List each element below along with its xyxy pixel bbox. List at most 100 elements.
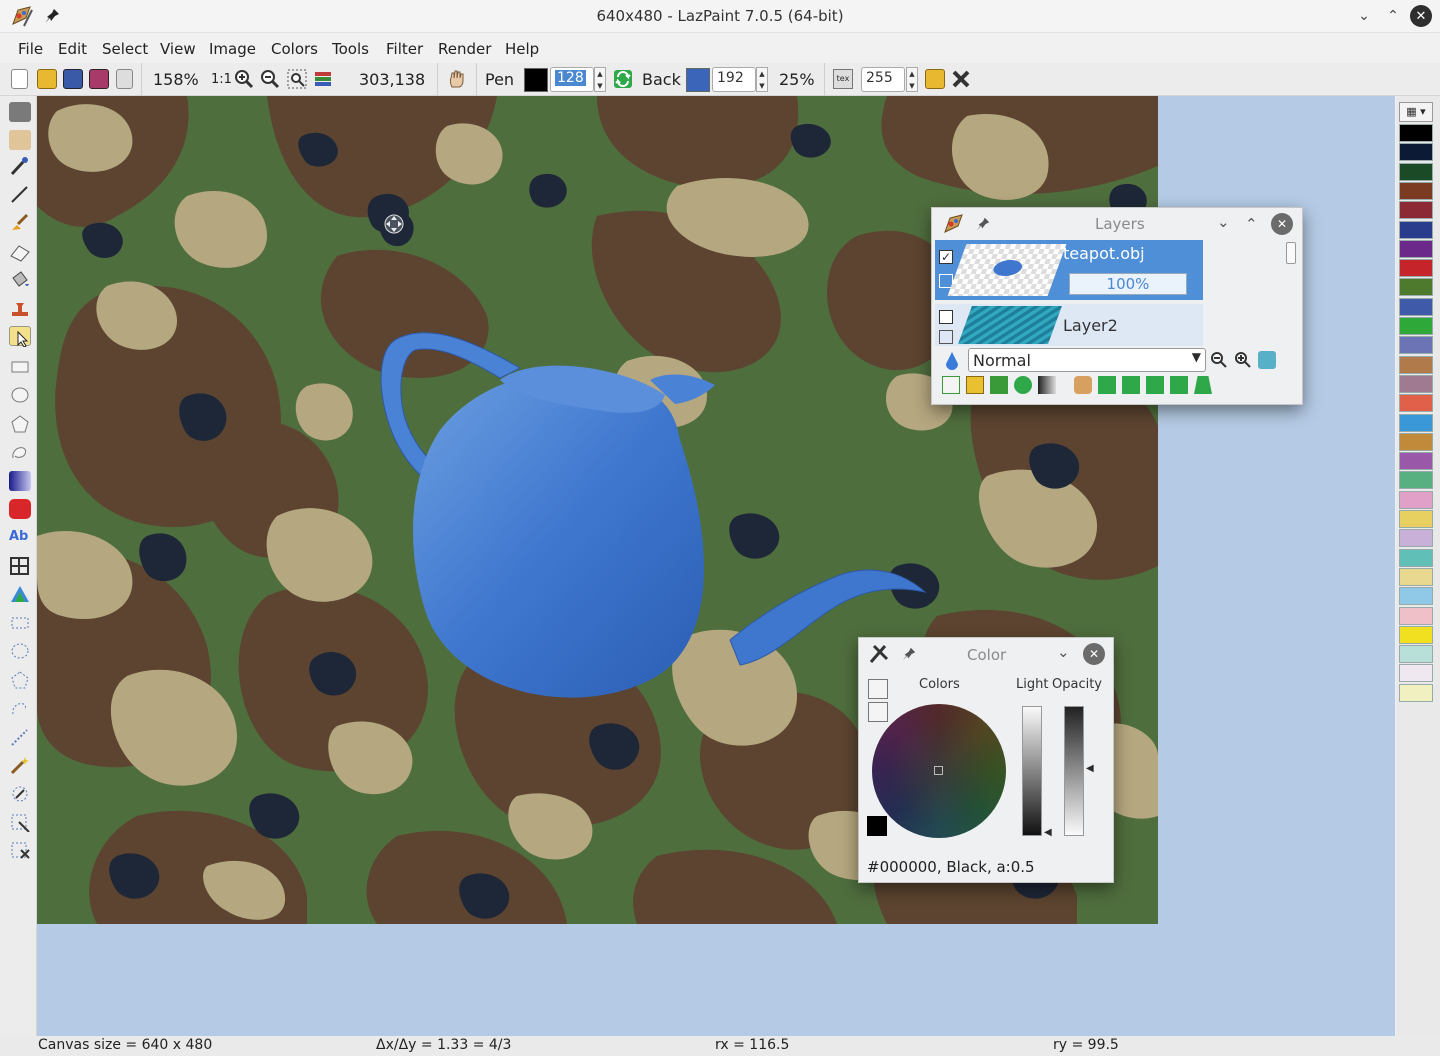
select-spline-tool-icon[interactable] [9, 698, 31, 718]
palette-swatch[interactable] [1399, 645, 1433, 664]
menu-select[interactable]: Select [102, 40, 148, 58]
eraser-tool-icon[interactable] [9, 242, 31, 262]
palette-swatch[interactable] [1399, 587, 1433, 606]
phong-shape-tool-icon[interactable] [9, 499, 31, 519]
palette-swatch[interactable] [1399, 374, 1433, 393]
pen-alpha-stepper[interactable]: ▲ ▼ [594, 67, 606, 92]
clone-stamp-tool-icon[interactable] [9, 298, 31, 318]
move-right-icon[interactable] [1098, 376, 1116, 394]
mirror-icon[interactable] [1146, 376, 1164, 394]
layer-visible-checkbox[interactable]: ✓ [939, 250, 953, 264]
palette-swatch[interactable] [1399, 432, 1433, 451]
menu-colors[interactable]: Colors [271, 40, 318, 58]
palette-swatch[interactable] [1399, 413, 1433, 432]
ellipse-tool-icon[interactable] [9, 385, 31, 405]
lightness-pointer[interactable]: ◀ [1044, 827, 1052, 838]
menu-view[interactable]: View [160, 40, 196, 58]
texture-alpha-field[interactable]: 255 [861, 67, 905, 92]
texture-icon[interactable]: tex [833, 69, 853, 89]
edit-selection-tool-icon[interactable] [9, 784, 31, 804]
add-layer-icon[interactable] [942, 376, 960, 394]
maximize-button[interactable]: ⌃ [1382, 5, 1404, 27]
palette-swatch[interactable] [1399, 239, 1433, 258]
palette-swatch[interactable] [1399, 625, 1433, 644]
chevron-up-icon[interactable]: ⌃ [1245, 215, 1258, 233]
rotate-icon[interactable] [1170, 376, 1188, 394]
back-alpha-field[interactable]: 192 [712, 67, 756, 92]
spline-tool-icon[interactable] [9, 442, 31, 462]
palette-swatch[interactable] [1399, 452, 1433, 471]
polygon-tool-icon[interactable] [9, 414, 31, 434]
menu-help[interactable]: Help [505, 40, 539, 58]
palette-swatch[interactable] [1399, 181, 1433, 200]
menu-file[interactable]: File [18, 40, 43, 58]
save-icon[interactable] [63, 69, 83, 89]
pen-alpha-field[interactable]: 128 [550, 67, 594, 92]
texture-alpha-stepper[interactable]: ▲ ▼ [906, 67, 918, 92]
palette-swatch[interactable] [1399, 510, 1433, 528]
palette-swatch[interactable] [1399, 548, 1433, 567]
menu-filter[interactable]: Filter [386, 40, 423, 58]
open-layer-icon[interactable] [966, 376, 984, 394]
new-file-icon[interactable] [11, 69, 28, 89]
menu-render[interactable]: Render [438, 40, 491, 58]
move-up-icon[interactable] [1074, 376, 1092, 394]
swap-colors-icon[interactable] [613, 69, 633, 89]
palette-save-icon[interactable] [868, 702, 888, 722]
palette-swatch[interactable] [1399, 336, 1433, 355]
palette-swatch[interactable] [1399, 394, 1433, 413]
back-color-swatch[interactable] [686, 68, 710, 92]
select-transform-tool-icon[interactable] [9, 812, 31, 833]
palette-menu-button[interactable]: ▦ ▾ [1399, 102, 1433, 122]
tolerance-value[interactable]: 25% [779, 70, 815, 89]
palette-swatch[interactable] [1399, 162, 1433, 181]
close-button[interactable]: ✕ [1410, 5, 1432, 27]
opacity-slider[interactable] [1064, 706, 1084, 836]
select-pen-tool-icon[interactable] [9, 727, 31, 747]
close-icon[interactable]: ✕ [1271, 213, 1293, 235]
palette-swatch[interactable] [1399, 664, 1433, 683]
trash-icon[interactable] [1258, 351, 1276, 369]
hand-icon[interactable] [447, 69, 467, 89]
palette-swatch[interactable] [1399, 683, 1433, 702]
move-layer-tool-icon[interactable] [9, 102, 31, 122]
pin-icon[interactable] [975, 216, 991, 232]
palette-swatch[interactable] [1399, 317, 1433, 335]
flip-icon[interactable] [1122, 376, 1140, 394]
minimize-button[interactable]: ⌄ [1353, 5, 1375, 27]
zoom-out-icon[interactable] [260, 69, 280, 89]
pen-tool-icon[interactable] [9, 184, 31, 204]
layer-row-teapot[interactable]: ✓ teapot.obj 100% [935, 240, 1203, 300]
palette-swatch[interactable] [1399, 143, 1433, 162]
lightness-slider[interactable] [1022, 706, 1042, 836]
deform-grid-tool-icon[interactable] [9, 556, 31, 576]
zoom-in-icon[interactable] [1234, 351, 1252, 369]
color-wheel[interactable] [872, 704, 1006, 838]
load-texture-icon[interactable] [925, 69, 945, 89]
selection-arrow-tool-icon[interactable] [9, 326, 31, 348]
copy-icon[interactable] [116, 69, 133, 89]
palette-swatch[interactable] [1399, 490, 1433, 509]
palette-swatch[interactable] [1399, 201, 1433, 220]
opacity-pointer[interactable]: ◀ [1086, 763, 1094, 774]
close-icon[interactable]: ✕ [1083, 643, 1105, 665]
rectangle-tool-icon[interactable] [9, 357, 31, 377]
current-color-swatch[interactable] [867, 816, 887, 836]
select-rect-tool-icon[interactable] [9, 613, 31, 633]
palette-swatch[interactable] [1399, 529, 1433, 548]
layers-stack-icon[interactable] [313, 69, 333, 89]
menu-edit[interactable]: Edit [58, 40, 87, 58]
zoom-level[interactable]: 158% [153, 70, 199, 89]
duplicate-layer-icon[interactable] [990, 376, 1008, 394]
save-as-icon[interactable] [89, 69, 109, 89]
magic-wand-tool-icon[interactable] [9, 755, 31, 775]
pin-icon[interactable] [901, 646, 917, 662]
palette-swatch[interactable] [1399, 606, 1433, 625]
back-alpha-stepper[interactable]: ▲ ▼ [756, 67, 768, 92]
zoom-fit-icon[interactable] [287, 69, 307, 89]
palette-swatch[interactable] [1399, 220, 1433, 239]
layer-mapping-tool-icon[interactable] [9, 584, 31, 604]
hand-tool-icon[interactable] [9, 130, 31, 150]
brush-tool-icon[interactable] [9, 213, 31, 233]
select-ellipse-tool-icon[interactable] [9, 641, 31, 661]
